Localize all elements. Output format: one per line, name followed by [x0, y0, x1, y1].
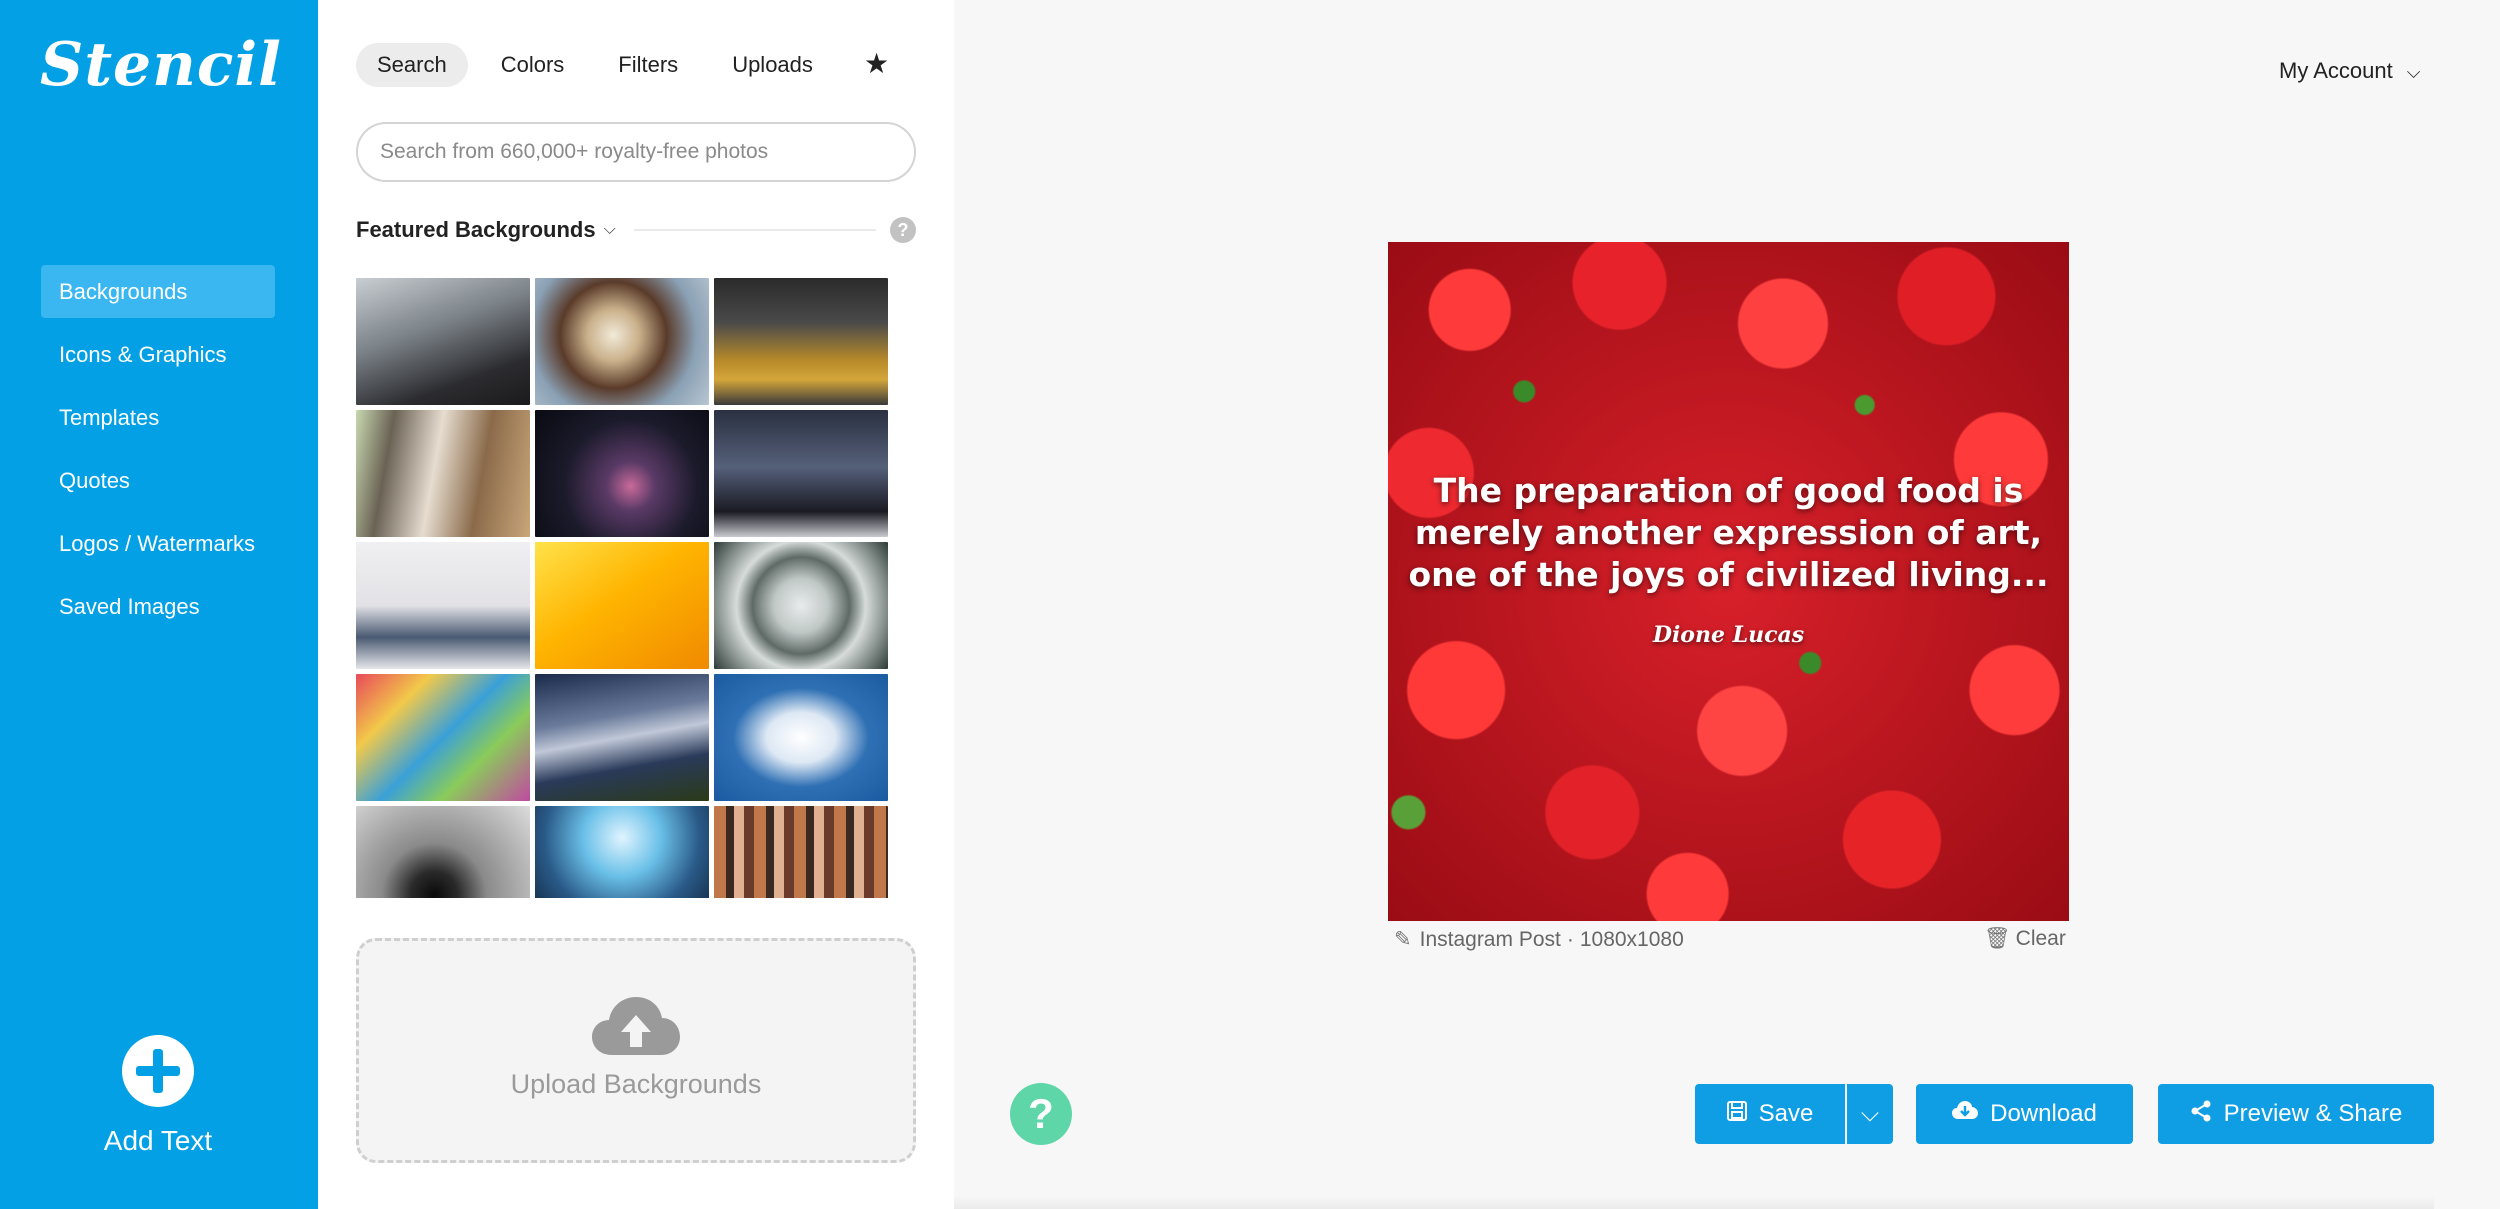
panel-tabs: Search Colors Filters Uploads: [356, 43, 846, 87]
canvas-format: Instagram Post: [1419, 928, 1561, 951]
clear-label: Clear: [2015, 927, 2066, 950]
design-canvas[interactable]: The preparation of good food is merely a…: [1388, 242, 2069, 921]
section-divider: [633, 229, 876, 231]
add-text-label[interactable]: Add Text: [70, 1125, 246, 1157]
content-panel: Search Colors Filters Uploads ★ Featured…: [318, 0, 954, 1209]
upload-backgrounds-dropzone[interactable]: Upload Backgrounds: [356, 938, 916, 1163]
tab-search[interactable]: Search: [356, 43, 468, 87]
background-grid: [356, 278, 896, 898]
sidebar-item-templates[interactable]: Templates: [41, 391, 275, 444]
add-text-button[interactable]: Add Text: [70, 1035, 246, 1157]
download-label: Download: [1990, 1100, 2097, 1127]
cloud-download-icon: [1952, 1101, 1979, 1127]
tab-colors[interactable]: Colors: [480, 43, 586, 87]
quote-text[interactable]: The preparation of good food is merely a…: [1388, 470, 2069, 596]
chevron-down-icon[interactable]: ⌵: [2407, 62, 2421, 82]
section-header: Featured Backgrounds ⌵ ?: [356, 215, 916, 245]
separator: ·: [1566, 928, 1574, 951]
my-account-label[interactable]: My Account: [2279, 58, 2393, 83]
sidebar-item-backgrounds[interactable]: Backgrounds: [41, 265, 275, 318]
quote-line: one of the joys of civilized living...: [1408, 555, 2049, 594]
tab-filters[interactable]: Filters: [597, 43, 699, 87]
share-icon: [2190, 1100, 2212, 1128]
tab-uploads[interactable]: Uploads: [711, 43, 834, 87]
canvas-area-edge: [954, 1196, 2434, 1209]
background-thumbnail[interactable]: [535, 278, 709, 405]
preview-share-button[interactable]: Preview & Share: [2158, 1084, 2434, 1144]
plus-circle-icon[interactable]: [122, 1035, 194, 1107]
background-thumbnail[interactable]: [356, 278, 530, 405]
sidebar-item-icons-graphics[interactable]: Icons & Graphics: [41, 328, 275, 381]
sidebar: Stencil Backgrounds Icons & Graphics Tem…: [0, 0, 318, 1209]
background-thumbnail[interactable]: [714, 674, 888, 801]
background-thumbnail[interactable]: [535, 542, 709, 669]
help-button[interactable]: ?: [1010, 1083, 1072, 1145]
sidebar-item-quotes[interactable]: Quotes: [41, 454, 275, 507]
featured-backgrounds-title[interactable]: Featured Backgrounds: [356, 217, 596, 243]
preview-share-label: Preview & Share: [2223, 1100, 2403, 1127]
clear-button[interactable]: 🗑 Clear: [1984, 927, 2066, 951]
sidebar-item-saved-images[interactable]: Saved Images: [41, 580, 275, 633]
background-thumbnail[interactable]: [714, 410, 888, 537]
upload-backgrounds-label: Upload Backgrounds: [510, 1069, 762, 1099]
my-account-menu[interactable]: My Account ⌵: [2279, 58, 2420, 84]
chevron-down-icon: ⌵: [1860, 1100, 1880, 1127]
background-thumbnail[interactable]: [356, 410, 530, 537]
save-label: Save: [1758, 1100, 1814, 1127]
cloud-upload-icon: [592, 997, 680, 1055]
background-thumbnail[interactable]: [356, 542, 530, 669]
search-input[interactable]: [356, 122, 916, 182]
background-thumbnail[interactable]: [535, 674, 709, 801]
star-icon[interactable]: ★: [864, 47, 889, 80]
help-icon[interactable]: ?: [890, 217, 916, 243]
download-button[interactable]: Download: [1916, 1084, 2133, 1144]
sidebar-item-logos-watermarks[interactable]: Logos / Watermarks: [41, 517, 275, 570]
background-thumbnail[interactable]: [535, 806, 709, 898]
sidebar-nav: Backgrounds Icons & Graphics Templates Q…: [41, 265, 275, 643]
canvas-dimensions: 1080x1080: [1579, 928, 1684, 951]
floppy-disk-icon: [1726, 1101, 1747, 1127]
quote-author[interactable]: Dione Lucas: [1388, 622, 2069, 648]
save-button[interactable]: Save: [1695, 1084, 1845, 1144]
background-thumbnail[interactable]: [714, 806, 888, 898]
save-options-dropdown[interactable]: ⌵: [1847, 1084, 1893, 1144]
canvas-size-selector[interactable]: ✎ Instagram Post · 1080x1080: [1394, 927, 1684, 952]
background-thumbnail[interactable]: [356, 806, 530, 898]
background-thumbnail[interactable]: [535, 410, 709, 537]
stencil-logo[interactable]: Stencil: [40, 30, 282, 100]
quote-line: merely another expression of art,: [1414, 513, 2043, 552]
trash-icon: 🗑: [1984, 927, 2011, 950]
background-thumbnail[interactable]: [714, 278, 888, 405]
background-thumbnail[interactable]: [356, 674, 530, 801]
quote-line: The preparation of good food is: [1433, 471, 2024, 510]
chevron-down-icon[interactable]: ⌵: [604, 221, 616, 239]
background-thumbnail[interactable]: [714, 542, 888, 669]
pencil-icon: ✎: [1394, 928, 1412, 951]
